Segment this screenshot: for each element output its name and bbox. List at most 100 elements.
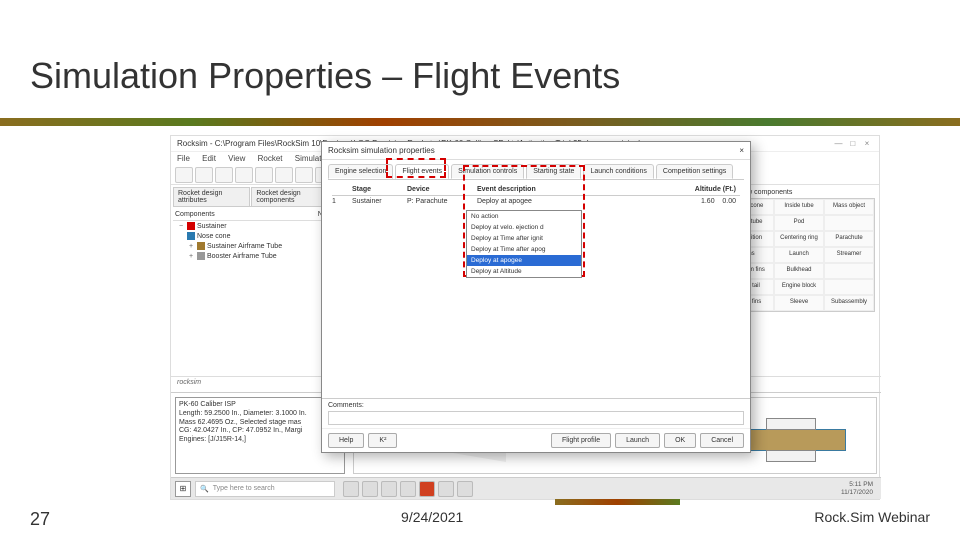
tab-starting-state[interactable]: Starting state	[526, 164, 581, 179]
menu-view[interactable]: View	[228, 154, 245, 163]
add-sleeve[interactable]: Sleeve	[774, 295, 824, 311]
dialog-title: Rocksim simulation properties	[328, 146, 435, 155]
dropdown-item[interactable]: Deploy at Time after ignit	[467, 233, 581, 244]
row-index: 1	[332, 198, 352, 205]
task-icon[interactable]	[400, 481, 416, 497]
info-line: Engines: [J/J15R-14,]	[179, 436, 341, 445]
tab-design-attributes[interactable]: Rocket design attributes	[173, 187, 250, 206]
add-bulkhead[interactable]: Bulkhead	[774, 263, 824, 279]
info-line: CG: 42.0427 In., CP: 47.0952 In., Margi	[179, 427, 341, 436]
add-engine-block[interactable]: Engine block	[774, 279, 824, 295]
add-cell-empty	[824, 215, 874, 231]
row-device: P: Parachute	[407, 198, 477, 205]
launch-button[interactable]: Launch	[615, 433, 660, 448]
minimize-button[interactable]: —	[833, 139, 845, 148]
tab-competition-settings[interactable]: Competition settings	[656, 164, 733, 179]
flight-profile-button[interactable]: Flight profile	[551, 433, 611, 448]
k2-button[interactable]: K²	[368, 433, 397, 448]
menu-file[interactable]: File	[177, 154, 190, 163]
accent-bar	[0, 118, 960, 126]
window-controls: — □ ×	[833, 139, 873, 148]
dropdown-item[interactable]: Deploy at Altitude	[467, 266, 581, 277]
tree-root[interactable]: −Sustainer	[173, 221, 338, 231]
rocket-info-box: PK-60 Caliber ISP Length: 59.2500 In., D…	[175, 397, 345, 474]
taskbar-search[interactable]: 🔍 Type here to search	[195, 481, 335, 497]
toolbar-button[interactable]	[215, 167, 233, 183]
tab-flight-events[interactable]: Flight events	[395, 164, 449, 179]
tab-launch-conditions[interactable]: Launch conditions	[583, 164, 653, 179]
toolbar-button[interactable]	[195, 167, 213, 183]
alt-b: 0.00	[722, 198, 736, 205]
taskbar: ⊞ 🔍 Type here to search 5:11 PM 11/17/20…	[171, 477, 881, 499]
row-event[interactable]: Deploy at apogee	[477, 198, 647, 205]
dropdown-item[interactable]: Deploy at Time after apog	[467, 244, 581, 255]
task-icon[interactable]	[381, 481, 397, 497]
add-cell-empty	[824, 279, 874, 295]
tree-airframe[interactable]: +Sustainer Airframe Tube	[173, 241, 338, 251]
tree-head-components: Components	[175, 211, 215, 218]
toolbar-button[interactable]	[255, 167, 273, 183]
left-panel: Rocket design attributes Rocket design c…	[171, 185, 341, 385]
toolbar-button[interactable]	[275, 167, 293, 183]
tray-date: 11/17/2020	[841, 489, 873, 496]
add-inside-tube[interactable]: Inside tube	[774, 199, 824, 215]
add-streamer[interactable]: Streamer	[824, 247, 874, 263]
task-icon[interactable]	[457, 481, 473, 497]
tray-time: 5:11 PM	[841, 481, 873, 488]
toolbar-button[interactable]	[295, 167, 313, 183]
maximize-button[interactable]: □	[847, 139, 859, 148]
system-tray[interactable]: 5:11 PM 11/17/2020	[841, 481, 877, 495]
grid-header: Stage Device Event description Altitude …	[332, 184, 740, 196]
add-parachute[interactable]: Parachute	[824, 231, 874, 247]
tab-engine-selection[interactable]: Engine selection	[328, 164, 393, 179]
accent-bottom	[555, 499, 680, 505]
row-stage: Sustainer	[352, 198, 407, 205]
add-pod[interactable]: Pod	[774, 215, 824, 231]
close-button[interactable]: ×	[861, 139, 873, 148]
task-icon[interactable]	[362, 481, 378, 497]
search-icon: 🔍	[200, 485, 209, 493]
tab-simulation-controls[interactable]: Simulation controls	[451, 164, 524, 179]
menu-rocket[interactable]: Rocket	[258, 154, 283, 163]
toolbar-button[interactable]	[235, 167, 253, 183]
alt-a: 1.60	[701, 198, 715, 205]
add-centering-ring[interactable]: Centering ring	[774, 231, 824, 247]
tree-nosecone[interactable]: Nose cone	[173, 231, 338, 241]
menu-edit[interactable]: Edit	[202, 154, 216, 163]
ok-button[interactable]: OK	[664, 433, 696, 448]
tree-root-label: Sustainer	[197, 223, 227, 230]
task-icon[interactable]	[438, 481, 454, 497]
tree-booster[interactable]: +Booster Airframe Tube	[173, 251, 338, 261]
help-button[interactable]: Help	[328, 433, 364, 448]
add-subassembly[interactable]: Subassembly	[824, 295, 874, 311]
add-launch-lug[interactable]: Launch	[774, 247, 824, 263]
info-line: Mass 62.4695 Oz., Selected stage mas	[179, 419, 341, 428]
tree-booster-label: Booster Airframe Tube	[207, 253, 277, 260]
add-mass-object[interactable]: Mass object	[824, 199, 874, 215]
event-row[interactable]: 1 Sustainer P: Parachute Deploy at apoge…	[332, 196, 740, 207]
slide-title: Simulation Properties – Flight Events	[30, 55, 620, 97]
dropdown-item-selected[interactable]: Deploy at apogee	[467, 255, 581, 266]
app-screenshot: Rocksim - C:\Program Files\RockSim 10\De…	[170, 135, 880, 500]
dialog-close-button[interactable]: ×	[739, 146, 744, 155]
event-dropdown[interactable]: No action Deploy at velo. ejection d Dep…	[466, 210, 582, 278]
dropdown-item[interactable]: No action	[467, 211, 581, 222]
render-fin	[766, 418, 816, 430]
slide-date: 9/24/2021	[401, 509, 463, 530]
task-icon[interactable]	[343, 481, 359, 497]
col-device: Device	[407, 186, 477, 193]
task-icon-powerpoint[interactable]	[419, 481, 435, 497]
dropdown-item[interactable]: Deploy at velo. ejection d	[467, 222, 581, 233]
row-alt: 1.60 0.00	[647, 198, 740, 205]
cancel-button[interactable]: Cancel	[700, 433, 744, 448]
col-index	[332, 186, 352, 193]
simulation-properties-dialog: Rocksim simulation properties × Engine s…	[321, 141, 751, 453]
col-altitude: Altitude (Ft.)	[647, 186, 740, 193]
start-button[interactable]: ⊞	[175, 481, 191, 497]
col-stage: Stage	[352, 186, 407, 193]
search-placeholder: Type here to search	[213, 485, 275, 492]
slide-footer: Rock.Sim Webinar	[814, 509, 930, 530]
toolbar-button[interactable]	[175, 167, 193, 183]
col-event: Event description	[477, 186, 647, 193]
comments-input[interactable]	[328, 411, 744, 425]
